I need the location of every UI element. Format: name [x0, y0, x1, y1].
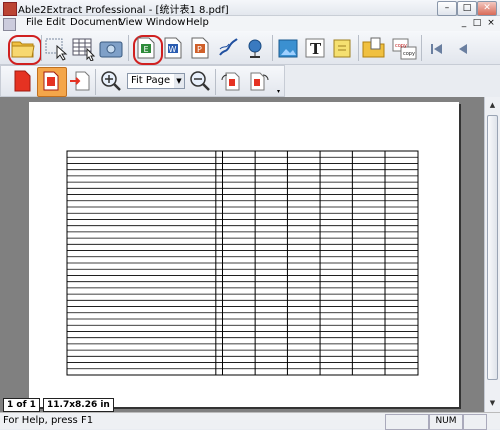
zoom-out-icon[interactable]	[189, 70, 213, 94]
scroll-up-icon[interactable]: ▲	[487, 99, 498, 111]
convert-image-icon[interactable]	[277, 37, 301, 61]
scroll-down-icon[interactable]: ▼	[487, 397, 498, 409]
menu-window[interactable]: Window	[146, 17, 185, 28]
pdf-document-icon[interactable]	[12, 70, 36, 94]
convert-powerpoint-icon[interactable]: P	[190, 37, 214, 61]
zoom-in-icon[interactable]	[100, 70, 124, 94]
extract-page-icon[interactable]	[69, 70, 93, 94]
convert-html-icon[interactable]	[244, 37, 268, 61]
main-toolbar: E W P T copy copy	[0, 31, 500, 65]
zoom-select[interactable]: Fit Page ▼	[127, 73, 185, 89]
toolbar-overflow-icon[interactable]: ▾	[277, 88, 284, 95]
svg-text:T: T	[310, 40, 322, 58]
svg-text:W: W	[169, 45, 177, 54]
chevron-down-icon[interactable]: ▼	[174, 74, 184, 88]
convert-word-icon[interactable]: W	[163, 37, 187, 61]
pdf-page[interactable]	[29, 102, 459, 407]
convert-excel-icon[interactable]: E	[136, 37, 160, 61]
select-cursor-icon[interactable]	[45, 37, 69, 61]
app-icon	[3, 2, 17, 16]
open-folder-icon[interactable]	[11, 37, 35, 61]
window-title: Able2Extract Professional - [统计表1 8.pdf]	[18, 5, 229, 16]
table-select-icon[interactable]	[72, 37, 96, 62]
document-icon[interactable]	[3, 18, 16, 31]
camera-icon[interactable]	[99, 37, 123, 61]
previous-page-icon[interactable]	[453, 39, 473, 59]
status-cell-empty-2	[463, 414, 487, 430]
title-bar: Able2Extract Professional - [统计表1 8.pdf]…	[0, 0, 500, 16]
batch-folder-icon[interactable]	[362, 37, 386, 61]
page-size: 11.7x8.26 in	[43, 398, 114, 412]
scroll-thumb[interactable]	[487, 115, 498, 380]
mdi-minimize-button[interactable]: _	[459, 17, 469, 29]
help-text: For Help, press F1	[3, 415, 94, 426]
first-page-icon[interactable]	[427, 39, 447, 59]
close-button[interactable]: ✕	[477, 1, 497, 16]
vertical-scrollbar[interactable]: ▲ ▼	[484, 97, 500, 412]
menu-bar: File Edit Document View Window Help _ □ …	[0, 16, 500, 31]
menu-file[interactable]: File	[26, 17, 43, 28]
status-cell-empty	[385, 414, 429, 430]
svg-text:E: E	[144, 45, 149, 54]
menu-help[interactable]: Help	[186, 17, 209, 28]
minimize-button[interactable]: –	[437, 1, 457, 16]
restore-button[interactable]: □	[457, 1, 477, 16]
zoom-select-value: Fit Page	[131, 75, 171, 86]
mdi-restore-button[interactable]: □	[472, 17, 482, 29]
rotate-right-icon[interactable]	[248, 70, 272, 94]
document-viewer[interactable]: ▲ ▼	[0, 97, 500, 412]
svg-text:copy: copy	[395, 43, 407, 49]
secondary-toolbar: Fit Page ▼ ▾	[0, 65, 285, 97]
note-icon[interactable]	[331, 37, 355, 61]
table-grid	[66, 150, 419, 376]
rotate-left-icon[interactable]	[220, 70, 244, 94]
status-bar: 1 of 1 11.7x8.26 in For Help, press F1 N…	[0, 398, 500, 430]
menu-view[interactable]: View	[119, 17, 143, 28]
svg-text:P: P	[197, 45, 202, 54]
menu-edit[interactable]: Edit	[46, 17, 65, 28]
convert-publisher-icon[interactable]	[217, 37, 241, 61]
page-indicator: 1 of 1	[3, 398, 40, 412]
copy-icon[interactable]: copy copy	[392, 37, 417, 61]
svg-text:copy: copy	[403, 51, 415, 57]
text-tool-icon[interactable]: T	[304, 37, 328, 61]
fit-page-tool-icon[interactable]	[37, 67, 67, 97]
mdi-close-button[interactable]: ×	[486, 17, 496, 29]
menu-document[interactable]: Document	[70, 17, 122, 28]
num-lock-indicator: NUM	[429, 414, 463, 430]
